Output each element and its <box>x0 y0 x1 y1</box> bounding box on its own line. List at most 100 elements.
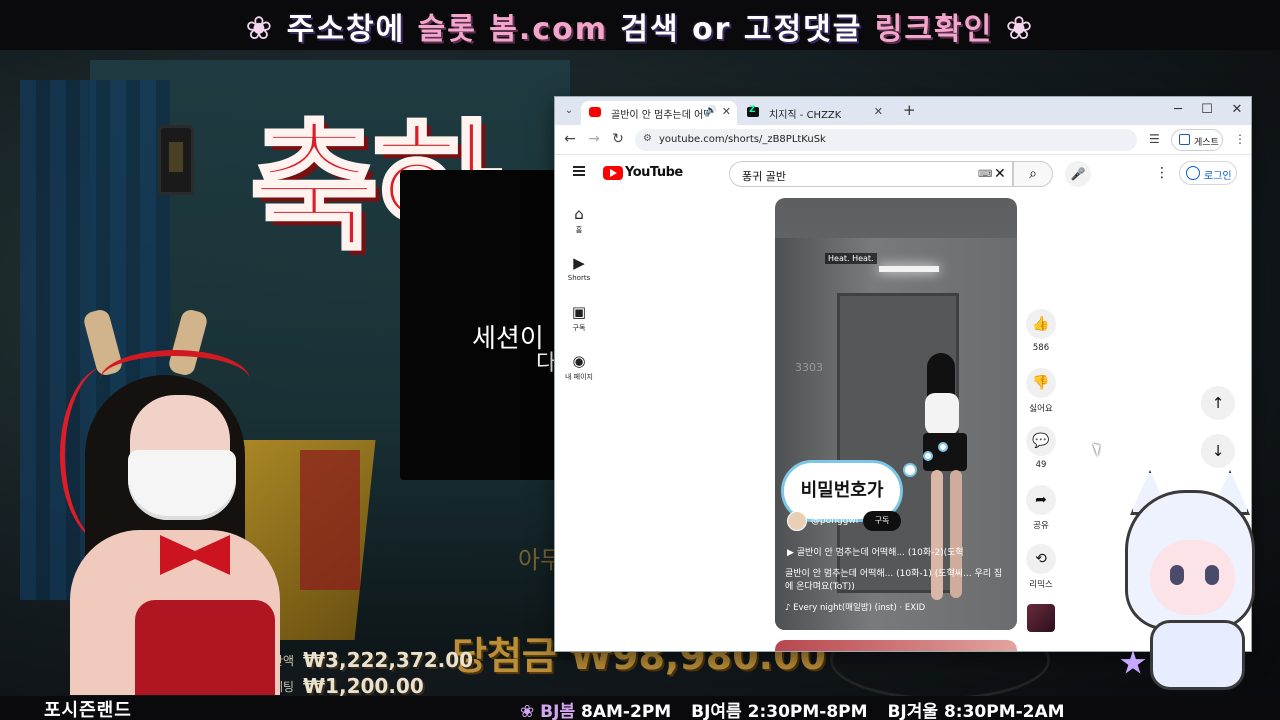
dancer-top <box>925 393 959 435</box>
site-info-icon[interactable]: ⚙ <box>643 133 652 144</box>
remix-icon[interactable]: ⟲ <box>1026 544 1056 574</box>
door-number: 3303 <box>795 361 823 374</box>
tab-youtube[interactable]: 골반이 안 멈추는데 어떡해 🔊 ✕ <box>581 101 737 125</box>
ceiling-light <box>879 266 939 272</box>
short-video-player[interactable]: 3303 Heat. Heat. 비밀번호가 @ponggwi 구독 ▶ 골반이… <box>775 198 1017 630</box>
sidebar-item-you[interactable]: ◉ 내 페이지 <box>555 352 603 382</box>
audio-thumbnail[interactable] <box>1027 604 1055 632</box>
chzzk-favicon-icon <box>747 105 759 117</box>
dislike-icon[interactable]: 👎 <box>1026 368 1056 398</box>
banner-part-6: 링크확인 <box>874 12 994 47</box>
keyboard-icon[interactable]: ⌨ <box>978 169 992 180</box>
login-label: 로그인 <box>1204 171 1232 182</box>
next-short-button[interactable]: ↓ <box>1201 434 1235 468</box>
remix-action[interactable]: ⟲ 리믹스 <box>1021 544 1061 590</box>
minimize-button[interactable]: ─ <box>1169 102 1187 117</box>
speaker-icon[interactable]: 🔊 <box>706 106 717 116</box>
star-icon <box>1120 650 1146 674</box>
video-caption: Heat. Heat. <box>825 253 877 264</box>
youtube-sidebar: ⌂ 홈 ▶ Shorts ▣ 구독 ◉ 내 페이지 <box>555 193 603 651</box>
sidebar-item-subscriptions[interactable]: ▣ 구독 <box>555 303 603 333</box>
mouse-cursor-icon <box>1092 441 1104 457</box>
new-tab-button[interactable]: + <box>903 101 916 119</box>
schedule-time-2: 2:30PM-8PM <box>747 702 868 720</box>
flower-icon: ❀ <box>245 9 275 47</box>
bubble-dot <box>938 442 948 452</box>
settings-menu-icon[interactable]: ⋮ <box>1155 165 1169 181</box>
channel-brand: 포시즌랜드 <box>44 700 132 720</box>
banner-part-5: 고정댓글 <box>743 12 863 47</box>
youtube-logo-text[interactable]: YouTube <box>625 165 683 180</box>
schedule-ticker: ❀ BJ봄 8AM-2PM BJ여름 2:30PM-8PM BJ겨울 8:30P… <box>520 697 1079 720</box>
search-query: 퐁귀 골반 <box>742 170 786 183</box>
share-icon[interactable]: ➦ <box>1026 485 1056 515</box>
account-icon <box>1186 166 1200 180</box>
forward-icon[interactable]: → <box>585 131 603 147</box>
tab-title: 골반이 안 멈추는데 어떡해 <box>611 110 709 121</box>
subscriptions-icon: ▣ <box>571 303 587 321</box>
music-link[interactable]: ♪ Every night(매일밤) (inst) · EXID <box>785 601 925 613</box>
close-tab-icon[interactable]: ✕ <box>874 105 883 118</box>
remix-label: 리믹스 <box>1029 580 1053 590</box>
url-field[interactable]: ⚙ youtube.com/shorts/_zB8PLtKuSk <box>635 129 1137 151</box>
close-window-button[interactable]: ✕ <box>1228 102 1246 117</box>
guest-label: 게스트 <box>1194 138 1219 148</box>
banner-part-2: 슬롯 봄.com <box>417 12 608 47</box>
mascot-face <box>1150 540 1235 615</box>
mascot-eye <box>1170 565 1184 585</box>
home-icon: ⌂ <box>574 205 584 223</box>
tab-media-icon[interactable]: ☰ <box>1149 132 1160 146</box>
comment-icon[interactable]: 💬 <box>1026 426 1056 456</box>
tab-chzzk[interactable]: 치지직 - CHZZK ✕ <box>739 101 889 125</box>
comment-count: 49 <box>1035 460 1047 470</box>
sidebar-label: 내 페이지 <box>565 373 593 381</box>
browser-menu-icon[interactable]: ⋮ <box>1234 132 1246 146</box>
next-short-preview[interactable] <box>775 640 1017 651</box>
face-mask <box>128 450 236 520</box>
subscribe-button[interactable]: 구독 <box>863 511 901 531</box>
comment-action[interactable]: 💬 49 <box>1021 426 1061 470</box>
maximize-button[interactable]: ☐ <box>1198 102 1216 117</box>
sidebar-item-shorts[interactable]: ▶ Shorts <box>555 254 603 282</box>
share-action[interactable]: ➦ 공유 <box>1021 485 1061 531</box>
mascot-body <box>1150 620 1245 690</box>
bet-value: ₩1,200.00 <box>303 674 424 698</box>
lamp-icon <box>158 125 194 195</box>
bubble-dot <box>923 451 933 461</box>
playlist-link[interactable]: ▶ 골반이 안 멈추는데 어떡해... (10화-2)(도혁 <box>787 545 1012 558</box>
flower-icon: ❀ <box>520 702 535 720</box>
clear-search-icon[interactable]: ✕ <box>994 166 1006 182</box>
guest-profile-button[interactable]: 게스트 <box>1171 129 1223 151</box>
search-input[interactable]: 퐁귀 골반 ⌨ ✕ <box>729 161 1013 187</box>
back-icon[interactable]: ← <box>561 131 579 147</box>
youtube-logo-icon[interactable] <box>603 166 623 180</box>
login-button[interactable]: 로그인 <box>1179 161 1237 185</box>
menu-icon[interactable] <box>573 166 585 176</box>
schedule-time-3: 8:30PM-2AM <box>943 702 1065 720</box>
channel-avatar[interactable] <box>787 511 807 531</box>
bubble-dot <box>903 463 917 477</box>
dislike-label: 싫어요 <box>1029 404 1053 414</box>
sidebar-item-home[interactable]: ⌂ 홈 <box>555 205 603 235</box>
sidebar-label: 홈 <box>575 226 583 234</box>
channel-name[interactable]: @ponggwi <box>811 516 858 526</box>
youtube-header: YouTube 퐁귀 골반 ⌨ ✕ ⌕ 🎤 ⋮ 로그인 <box>555 155 1251 193</box>
dislike-action[interactable]: 👎 싫어요 <box>1021 368 1061 414</box>
tab-bar: ⌄ 골반이 안 멈추는데 어떡해 🔊 ✕ 치지직 - CHZZK ✕ + ─ ☐… <box>555 97 1251 125</box>
reload-icon[interactable]: ↻ <box>609 131 627 147</box>
url-text: youtube.com/shorts/_zB8PLtKuSk <box>659 134 826 145</box>
tab-search-icon[interactable]: ⌄ <box>561 103 577 119</box>
search-button[interactable]: ⌕ <box>1013 161 1053 187</box>
video-description[interactable]: 골반이 안 멈추는데 어떡해... (10화-1) (도혁씨... 우리 집에 … <box>785 568 1010 594</box>
balance-value: ₩3,222,372.00 <box>303 648 474 672</box>
like-action[interactable]: 👍 586 <box>1021 309 1061 353</box>
close-tab-icon[interactable]: ✕ <box>722 105 731 118</box>
schedule-bj-1: BJ봄 <box>540 702 576 720</box>
previous-short-button[interactable]: ↑ <box>1201 386 1235 420</box>
address-bar: ← → ↻ ⚙ youtube.com/shorts/_zB8PLtKuSk ☰… <box>555 125 1251 155</box>
banner-part-1: 주소창에 <box>286 12 406 47</box>
like-icon[interactable]: 👍 <box>1026 309 1056 339</box>
schedule-bj-2: BJ여름 <box>691 702 742 720</box>
cat-mascot <box>1120 470 1270 695</box>
microphone-icon[interactable]: 🎤 <box>1065 161 1091 187</box>
